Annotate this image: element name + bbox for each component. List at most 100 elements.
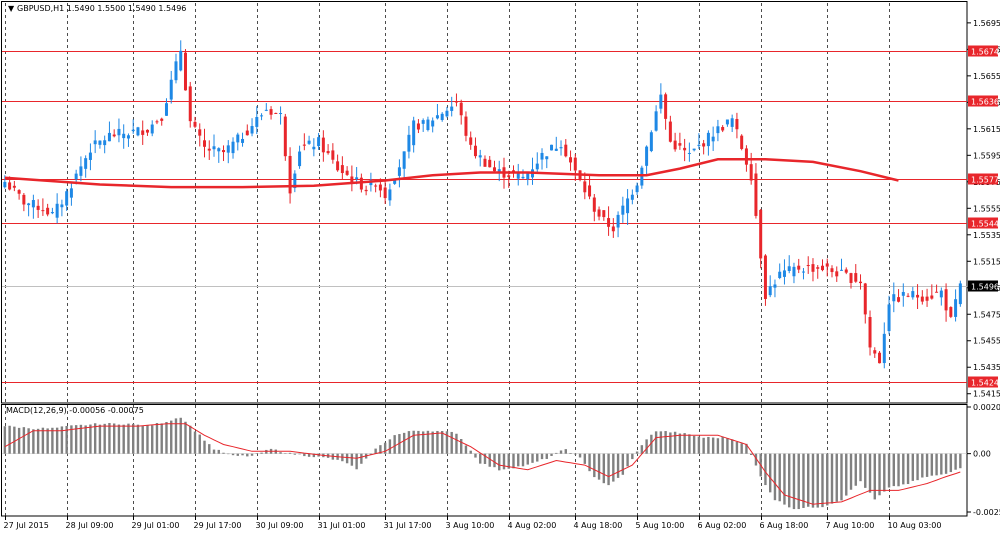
candle-body (122, 133, 126, 139)
macd-histogram-bar (531, 453, 534, 463)
candle-body (844, 269, 848, 273)
candle-body (74, 173, 78, 180)
candle-body (288, 155, 292, 194)
macd-histogram-bar (835, 453, 838, 502)
time-tick-label: 3 Aug 10:00 (446, 521, 495, 530)
macd-histogram-bar (816, 453, 819, 508)
time-tick-label: 4 Aug 02:00 (508, 521, 557, 530)
candle-body (882, 333, 886, 364)
macd-histogram-bar (597, 453, 601, 480)
candle-body (597, 209, 601, 217)
macd-histogram-bar (883, 453, 886, 492)
candle-body (226, 145, 230, 153)
candle-body (954, 299, 958, 317)
macd-histogram-bar (887, 453, 891, 488)
candle-body (635, 185, 639, 193)
macd-histogram-bar (602, 453, 606, 484)
macd-histogram-bar (51, 427, 54, 454)
candle-body (906, 295, 910, 297)
macd-histogram-bar (935, 453, 938, 476)
macd-histogram-bar (859, 453, 862, 482)
time-tick-label: 6 Aug 18:00 (760, 521, 809, 530)
macd-histogram-bar (189, 425, 192, 454)
macd-histogram-bar (407, 431, 411, 454)
macd-histogram-bar (84, 425, 87, 454)
chart-title: GBPUSD,H1 1.5490 1.5500 1.5490 1.5496 (17, 4, 186, 13)
macd-histogram-bar (659, 431, 663, 454)
candle-body (203, 140, 207, 147)
macd-histogram-bar (897, 453, 900, 487)
macd-histogram-bar (626, 453, 629, 467)
candle-body (773, 284, 777, 288)
candle-body (150, 124, 154, 134)
macd-histogram-bar (227, 453, 230, 455)
macd-histogram-bar (260, 452, 263, 454)
candle-body (198, 129, 202, 136)
candle-body (440, 113, 444, 121)
macd-histogram-bar (250, 453, 254, 456)
macd-histogram-bar (540, 453, 544, 460)
macd-histogram-bar (212, 449, 216, 454)
macd-histogram-bar (440, 431, 444, 454)
candle-body (706, 132, 710, 147)
candle-body (103, 140, 107, 146)
macd-histogram-bar (502, 453, 506, 470)
candle-body (3, 181, 7, 188)
dropdown-arrow-icon[interactable]: ▼ (8, 4, 15, 13)
candle-body (554, 148, 558, 151)
candle-body (454, 101, 458, 103)
time-tick-label: 30 Jul 09:00 (256, 521, 304, 530)
macd-histogram-bar (821, 453, 824, 508)
macd-histogram-bar (868, 453, 872, 493)
macd-histogram-bar (345, 453, 349, 464)
macd-histogram-bar (702, 437, 705, 454)
macd-histogram-bar (388, 439, 392, 454)
candle-body (431, 120, 435, 127)
candle-body (521, 176, 525, 179)
macd-histogram-bar (711, 437, 715, 454)
macd-histogram-bar (450, 431, 453, 454)
candle-body (730, 118, 734, 127)
candle-body (107, 132, 111, 142)
macd-histogram-bar (431, 431, 434, 454)
macd-histogram-bar (902, 453, 905, 485)
macd-histogram-bar (479, 453, 482, 464)
macd-histogram-bar (208, 444, 211, 454)
macd-histogram-bar (279, 452, 282, 454)
macd-histogram-bar (773, 453, 777, 501)
candle-body (735, 118, 739, 130)
candle-body (535, 163, 539, 170)
macd-histogram-bar (460, 439, 463, 454)
candle-body (41, 210, 45, 212)
candle-body (241, 138, 245, 143)
macd-histogram-bar (797, 453, 800, 510)
macd-histogram-bar (612, 453, 615, 482)
candle-body (892, 294, 896, 302)
candle-body (141, 130, 145, 135)
candle-body (374, 185, 378, 187)
candle-body (878, 352, 882, 364)
candle-body (763, 255, 767, 299)
macd-histogram-bar (360, 453, 363, 464)
macd-histogram-bar (203, 440, 206, 454)
candle-body (136, 127, 140, 136)
candle-body (412, 120, 416, 146)
macd-histogram-bar (464, 445, 468, 454)
current-price-label: 1.5496 (971, 283, 999, 292)
macd-histogram-bar (588, 453, 591, 472)
time-tick-label: 5 Aug 10:00 (636, 521, 685, 530)
macd-histogram-bar (132, 423, 135, 454)
macd-histogram-bar (559, 450, 563, 454)
macd-histogram-bar (103, 423, 106, 454)
macd-histogram-bar (17, 427, 21, 454)
candle-body (321, 137, 325, 153)
candle-body (687, 152, 691, 154)
candle-body (222, 150, 226, 153)
time-tick-label: 31 Jul 17:00 (384, 521, 432, 530)
macd-histogram-bar (46, 428, 49, 454)
candle-body (673, 140, 677, 150)
candle-body (545, 156, 549, 160)
candle-body (873, 350, 877, 354)
macd-histogram-bar (593, 453, 596, 478)
price-chart-svg[interactable]: ▼ GBPUSD,H1 1.5490 1.5500 1.5490 1.5496 … (0, 0, 1000, 533)
